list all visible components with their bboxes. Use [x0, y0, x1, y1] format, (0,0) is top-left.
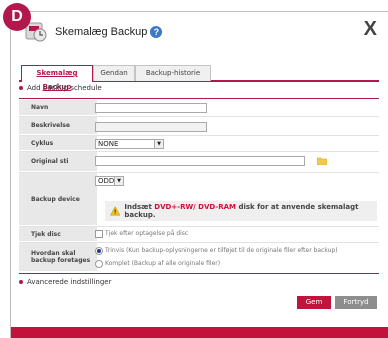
bullet-icon — [19, 280, 23, 284]
description-input[interactable] — [95, 122, 207, 132]
schedule-backup-window: Skemalæg Backup? X Skemalæg Backup Genda… — [10, 11, 388, 338]
description-label: Beskrivelse — [19, 117, 97, 134]
check-disc-option-text: Tjek efter optagelse på disc — [105, 230, 189, 237]
tab-schedule-backup[interactable]: Skemalæg Backup — [21, 65, 93, 91]
close-button[interactable]: X — [364, 18, 377, 41]
full-backup-option-text: Komplet (Backup af alle originale filer) — [105, 260, 221, 267]
warning-text: Indsæt DVD+-RW/ DVD-RAM disk for at anve… — [124, 203, 377, 219]
backup-method-label: Hvordan skal backup foretages — [19, 243, 97, 271]
section-heading: Add backup schedule — [19, 84, 102, 92]
tab-backup-history[interactable]: Backup-historie — [135, 65, 211, 81]
bullet-icon — [19, 86, 23, 90]
name-label: Navn — [19, 100, 97, 115]
section-title: Add backup schedule — [27, 84, 102, 92]
backup-device-value: ODD — [98, 177, 115, 185]
warning-disc-type: DVD+-RW/ DVD-RAM — [154, 203, 237, 211]
step-badge: D — [3, 3, 31, 31]
original-path-input[interactable] — [95, 156, 305, 166]
original-path-label: Original sti — [19, 152, 97, 171]
backup-device-select[interactable]: ODD ▼ — [95, 176, 124, 186]
chevron-down-icon: ▼ — [154, 140, 163, 148]
advanced-settings-link[interactable]: Avancerede indstillinger — [19, 278, 111, 286]
check-disc-label: Tjek disc — [19, 227, 97, 241]
cycle-select[interactable]: NONE ▼ — [95, 139, 164, 149]
warning-prefix: Indsæt — [124, 203, 155, 211]
cycle-select-value: NONE — [98, 140, 119, 148]
section-divider — [19, 98, 379, 99]
disc-warning: Indsæt DVD+-RW/ DVD-RAM disk for at anve… — [105, 201, 377, 221]
help-icon[interactable]: ? — [150, 26, 163, 39]
incremental-radio[interactable] — [95, 247, 103, 255]
save-button[interactable]: Gem — [297, 296, 331, 309]
full-backup-radio[interactable] — [95, 260, 103, 268]
cycle-label: Cyklus — [19, 136, 97, 150]
window-title: Skemalæg Backup? — [55, 26, 163, 39]
backup-device-label: Backup device — [19, 173, 97, 225]
bottom-accent-bar — [11, 327, 388, 338]
folder-icon[interactable] — [317, 157, 327, 165]
name-input[interactable] — [95, 103, 207, 113]
window-title-text: Skemalæg Backup — [55, 26, 148, 38]
chevron-down-icon: ▼ — [114, 177, 123, 185]
check-disc-checkbox[interactable] — [95, 230, 103, 238]
tab-restore[interactable]: Gendan — [93, 65, 135, 81]
form-bottom-divider — [19, 273, 379, 274]
tab-bar: Skemalæg Backup Gendan Backup-historie — [19, 62, 379, 91]
warning-icon — [110, 206, 121, 216]
incremental-option-text: Trinvis (Kun backup-oplysningerne er til… — [105, 247, 338, 254]
cancel-button[interactable]: Fortryd — [335, 296, 377, 309]
advanced-settings-text: Avancerede indstillinger — [27, 278, 112, 286]
